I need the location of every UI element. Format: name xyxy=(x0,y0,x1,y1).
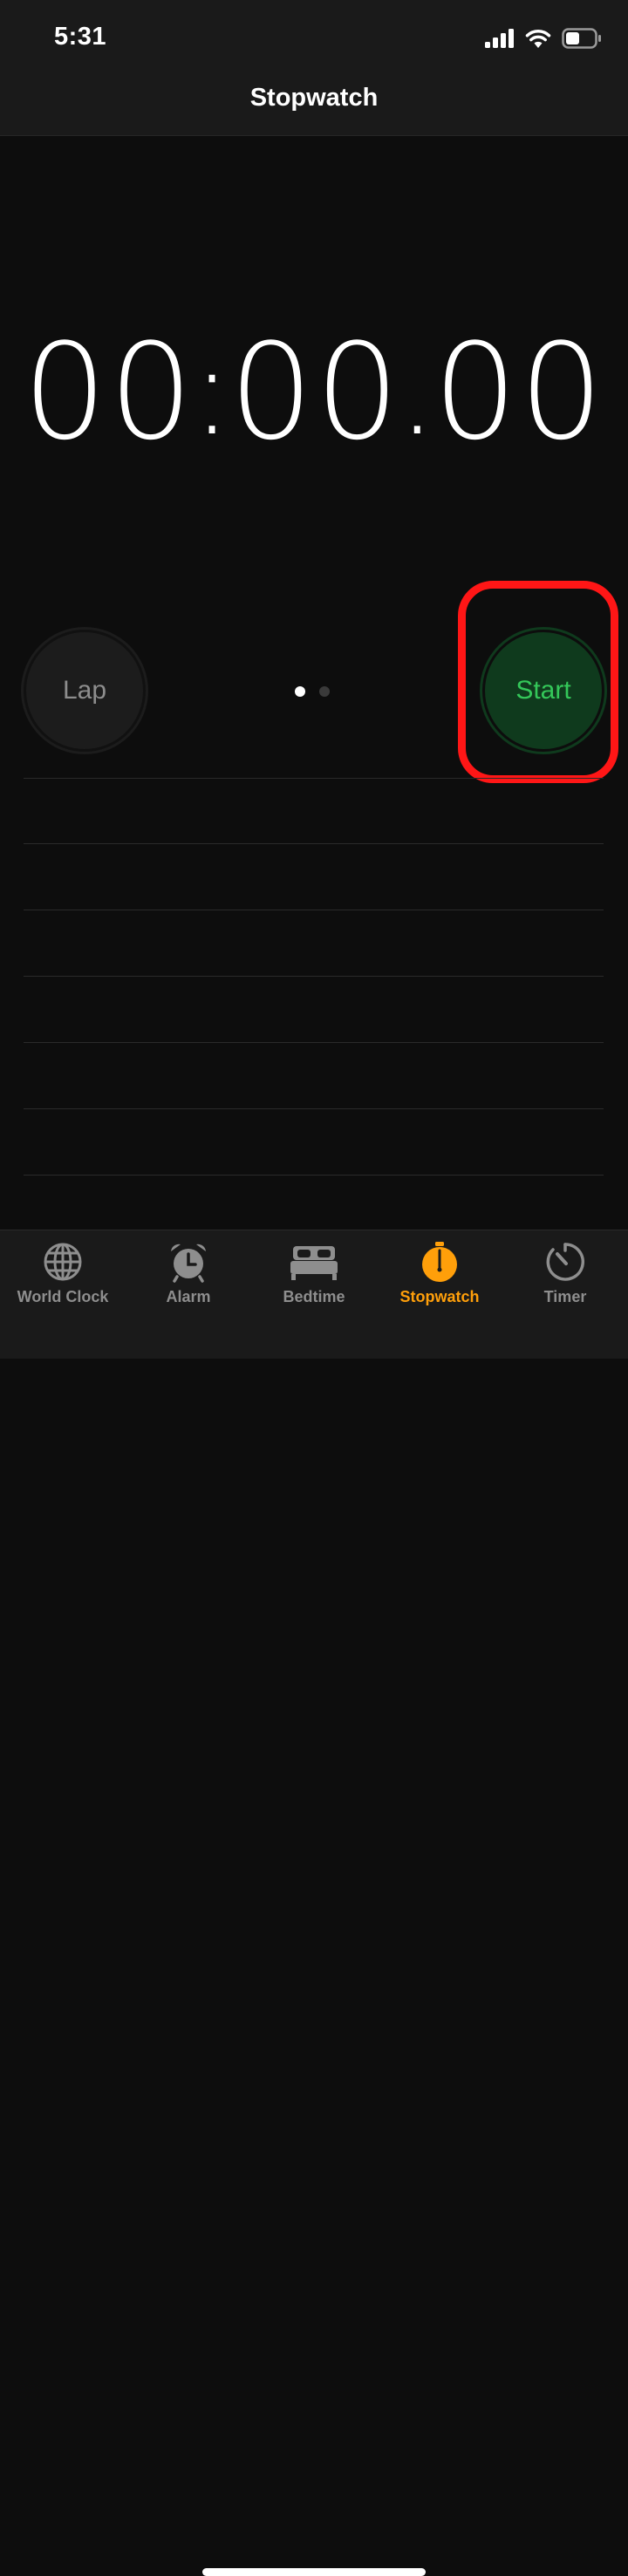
globe-icon xyxy=(42,1241,84,1283)
wifi-icon xyxy=(525,30,551,48)
tab-alarm[interactable]: Alarm xyxy=(126,1241,251,1306)
tab-label: Bedtime xyxy=(283,1288,345,1305)
stopwatch-main: 00 : 00 . 00 Lap Start xyxy=(0,136,628,1242)
bed-icon xyxy=(290,1241,338,1283)
header: 5:31 Stopwatch xyxy=(0,0,628,136)
tab-label: World Clock xyxy=(17,1288,109,1305)
lap-row xyxy=(24,778,604,844)
tab-label: Alarm xyxy=(166,1288,211,1305)
tab-label: Stopwatch xyxy=(399,1288,480,1305)
signal-icon xyxy=(485,29,514,48)
status-icons xyxy=(485,26,602,51)
page-dot-active xyxy=(295,686,305,697)
colon-separator: : xyxy=(191,321,233,463)
start-button[interactable]: Start xyxy=(482,630,604,752)
tab-label: Timer xyxy=(543,1288,587,1305)
tab-bedtime[interactable]: Bedtime xyxy=(251,1241,377,1306)
page-indicator[interactable] xyxy=(295,686,330,697)
lap-row xyxy=(24,910,604,977)
tab-stopwatch[interactable]: Stopwatch xyxy=(377,1241,502,1306)
lap-row xyxy=(24,1043,604,1109)
timer-icon xyxy=(544,1241,586,1283)
dot-separator: . xyxy=(398,321,437,463)
page-dot xyxy=(319,686,330,697)
hundredths-readout: 00 xyxy=(433,315,605,469)
lap-button[interactable]: Lap xyxy=(24,630,146,752)
seconds-readout: 00 xyxy=(229,315,402,469)
minutes-readout: 00 xyxy=(23,315,195,469)
lap-row xyxy=(24,844,604,910)
battery-icon xyxy=(562,28,601,49)
page-title: Stopwatch xyxy=(249,84,379,112)
tab-timer[interactable]: Timer xyxy=(502,1241,628,1306)
tab-bar: World Clock Alarm Bedtime Stopwatch Time… xyxy=(0,1230,628,2576)
home-indicator[interactable] xyxy=(202,2568,426,2576)
stopwatch-readout: 00 : 00 . 00 xyxy=(0,314,628,471)
status-time: 5:31 xyxy=(54,23,107,51)
tab-world-clock[interactable]: World Clock xyxy=(0,1241,126,1306)
lap-list xyxy=(24,778,604,1242)
lap-row xyxy=(24,1109,604,1176)
alarm-clock-icon xyxy=(167,1241,209,1283)
stopwatch-icon xyxy=(419,1241,461,1283)
lap-row xyxy=(24,977,604,1043)
